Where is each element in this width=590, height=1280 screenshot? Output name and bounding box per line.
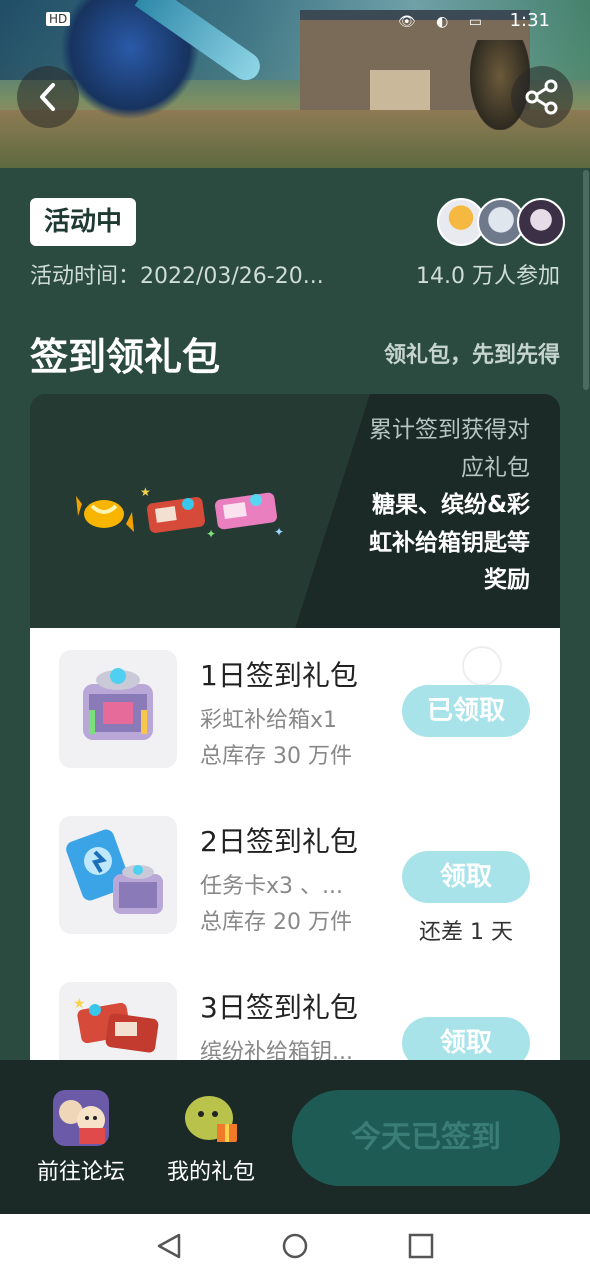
section-subtitle: 领礼包，先到先得 bbox=[383, 343, 560, 368]
gift-title: 3日签到礼包 bbox=[200, 991, 358, 1024]
share-icon bbox=[525, 79, 558, 115]
gift-content: 任务卡x3 、... bbox=[200, 874, 343, 899]
scrollbar[interactable] bbox=[583, 170, 589, 390]
my-gifts-label: 我的礼包 bbox=[166, 1160, 255, 1185]
system-nav-bar bbox=[0, 1214, 590, 1280]
reward-description: 累计签到获得对 应礼包 糖果、缤纷&彩 虹补给箱钥匙等 奖励 bbox=[330, 412, 530, 600]
chevron-left-icon bbox=[40, 83, 55, 111]
claim-button[interactable]: 领取 bbox=[402, 1017, 530, 1060]
list-item: 2日签到礼包 任务卡x3 、... 总库存 20 万件 领取 还差 1 天 bbox=[30, 794, 560, 945]
list-item: ★ 3日签到礼包 缤纷补给箱钥... 领取 bbox=[30, 960, 560, 1060]
gift-content: 彩虹补给箱x1 bbox=[200, 708, 338, 733]
reward-summary-card: ★ ✦ ✦ 累计签到获得对 应礼包 糖果、缤纷&彩 虹补给箱钥匙等 奖励 bbox=[30, 394, 560, 628]
signed-in-button[interactable]: 今天已签到 bbox=[292, 1090, 560, 1186]
status-badge: 活动中 bbox=[30, 198, 137, 246]
desc-bold-line: 奖励 bbox=[484, 567, 530, 593]
forum-label: 前往论坛 bbox=[36, 1160, 125, 1185]
svg-text:★: ★ bbox=[140, 485, 151, 499]
rainbow-chest-icon bbox=[59, 650, 177, 768]
task-card-icon bbox=[59, 816, 177, 934]
loading-ring bbox=[462, 646, 502, 686]
participant-avatars[interactable] bbox=[437, 198, 567, 246]
section-title: 签到领礼包 bbox=[30, 335, 221, 379]
gift-stock: 总库存 20 万件 bbox=[200, 910, 352, 935]
forum-link[interactable]: 前往论坛 bbox=[26, 1090, 136, 1186]
claim-button[interactable]: 领取 bbox=[402, 851, 530, 903]
activity-time: 活动时间：2022/03/26-20... bbox=[30, 264, 324, 289]
candy-key-icon: ★ ✦ ✦ bbox=[76, 485, 284, 541]
gift-stock: 总库存 30 万件 bbox=[200, 744, 352, 769]
days-remaining: 还差 1 天 bbox=[419, 920, 513, 945]
participant-count: 14.0 万人参加 bbox=[416, 264, 560, 289]
claimed-button[interactable]: 已领取 bbox=[402, 685, 530, 737]
svg-text:✦: ✦ bbox=[274, 525, 284, 539]
recents-square-icon[interactable] bbox=[407, 1232, 435, 1260]
reward-icons: ★ ✦ ✦ bbox=[76, 482, 286, 542]
svg-text:✦: ✦ bbox=[206, 527, 216, 541]
avatar bbox=[517, 198, 565, 246]
gift-title: 1日签到礼包 bbox=[200, 659, 358, 692]
desc-line: 应礼包 bbox=[461, 454, 530, 481]
desc-bold-line: 糖果、缤纷&彩 bbox=[371, 492, 530, 518]
svg-text:★: ★ bbox=[73, 996, 86, 1012]
forum-icon bbox=[53, 1090, 109, 1146]
back-button[interactable] bbox=[17, 66, 79, 128]
back-triangle-icon[interactable] bbox=[155, 1232, 183, 1260]
list-item: 1日签到礼包 彩虹补给箱x1 总库存 30 万件 已领取 bbox=[30, 628, 560, 769]
hd-indicator: HD bbox=[46, 12, 71, 26]
my-gifts-link[interactable]: 我的礼包 bbox=[156, 1090, 266, 1186]
clock: 1:31 bbox=[509, 10, 550, 31]
home-circle-icon[interactable] bbox=[281, 1232, 309, 1260]
gift-title: 2日签到礼包 bbox=[200, 825, 358, 858]
share-button[interactable] bbox=[511, 66, 573, 128]
desc-bold-line: 虹补给箱钥匙等 bbox=[369, 529, 530, 556]
gift-list[interactable]: 1日签到礼包 彩虹补给箱x1 总库存 30 万件 已领取 2日签到礼包 任务卡x… bbox=[30, 628, 560, 1060]
status-icons: 👁 ◐ ▭ bbox=[397, 14, 490, 30]
colorful-key-icon: ★ bbox=[59, 982, 177, 1060]
my-gifts-icon bbox=[183, 1090, 239, 1146]
bottom-bar: 前往论坛 我的礼包 今天已签到 bbox=[0, 1060, 590, 1214]
desc-line: 累计签到获得对 bbox=[369, 417, 530, 443]
gift-content: 缤纷补给箱钥... bbox=[200, 1040, 353, 1060]
status-bar: HD 👁 ◐ ▭ 1:31 bbox=[0, 0, 590, 44]
